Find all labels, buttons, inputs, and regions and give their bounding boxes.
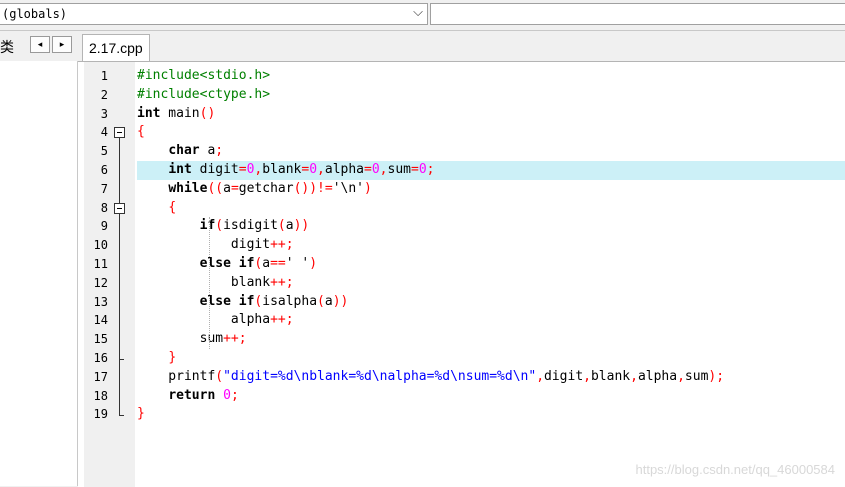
line-number: 10: [93, 238, 108, 253]
code-line[interactable]: 9 if(isdigit(a)): [78, 217, 845, 236]
code-text: printf("digit=%d\nblank=%d\nalpha=%d\nsu…: [137, 368, 725, 384]
code-text: int digit=0,blank=0,alpha=0,sum=0;: [168, 162, 435, 177]
line-number: 3: [100, 106, 108, 121]
arrow-right-icon: ▸: [59, 39, 65, 49]
line-number: 1: [100, 69, 108, 83]
code-line[interactable]: 11 else if(a==' '): [78, 255, 845, 274]
scope-dropdown[interactable]: (globals) ⌵: [0, 3, 428, 25]
code-line[interactable]: 8 {: [78, 199, 845, 218]
chevron-down-icon[interactable]: ⌵: [413, 4, 423, 20]
tab-file[interactable]: 2.17.cpp: [82, 34, 150, 62]
code-text: sum++;: [137, 331, 247, 347]
code-line[interactable]: 18 return 0;: [78, 387, 845, 406]
line-number: 9: [100, 219, 108, 234]
code-line[interactable]: 6 int digit=0,blank=0,alpha=0,sum=0;: [78, 161, 845, 180]
code-line[interactable]: 3 int main(): [78, 105, 845, 124]
arrow-left-icon: ◂: [37, 39, 43, 49]
code-text: int main(): [137, 105, 216, 121]
indent-guide: [209, 217, 210, 349]
code-line[interactable]: 16 }: [78, 349, 845, 368]
code-text: {: [168, 199, 177, 215]
code-line[interactable]: 14 alpha++;: [78, 311, 845, 330]
code-text: digit++;: [137, 237, 294, 253]
fold-toggle-icon[interactable]: [114, 202, 125, 214]
code-text: }: [168, 350, 177, 365]
code-line[interactable]: 10 digit++;: [78, 236, 845, 255]
code-line[interactable]: 4{: [78, 123, 845, 142]
line-number: 2: [100, 87, 108, 102]
code-text: char a;: [168, 143, 224, 159]
line-number: 14: [93, 313, 108, 328]
tab-bar: 类 ◂ ▸ 2.17.cpp: [0, 31, 845, 62]
code-text: {: [137, 124, 145, 140]
watermark: https://blog.csdn.net/qq_46000584: [635, 462, 836, 477]
scope-dropdown-value: (globals): [2, 7, 68, 21]
code-text: }: [137, 406, 145, 422]
code-line[interactable]: 2 #include<ctype.h>: [78, 86, 845, 105]
code-editor[interactable]: 1 #include<stdio.h> 2 #include<ctype.h> 3 int…: [78, 61, 845, 487]
fold-end-marker: [119, 359, 124, 360]
fold-guide-line: [119, 138, 120, 203]
code-text: else if(isalpha(a)): [199, 293, 349, 309]
fold-guide-line: [119, 213, 120, 416]
code-line[interactable]: 13 else if(isalpha(a)): [78, 293, 845, 312]
code-line[interactable]: 19}: [78, 405, 845, 424]
code-text: #include<ctype.h>: [137, 86, 271, 102]
code-text: alpha++;: [137, 312, 294, 328]
code-line[interactable]: 1 #include<stdio.h>: [78, 67, 845, 86]
code-line[interactable]: 17 printf("digit=%d\nblank=%d\nalpha=%d\…: [78, 368, 845, 387]
line-number: 13: [93, 294, 108, 309]
code-text: return 0;: [168, 387, 239, 403]
next-arrow-button[interactable]: ▸: [52, 36, 72, 53]
fold-end-marker: [119, 415, 124, 417]
prev-arrow-button[interactable]: ◂: [30, 36, 50, 53]
code-text: while((a=getchar())!='\n'): [168, 180, 372, 196]
line-number: 6: [100, 163, 108, 177]
line-number: 17: [93, 369, 108, 384]
line-number: 16: [93, 351, 108, 365]
code-text: if(isdigit(a)): [199, 218, 310, 234]
member-dropdown[interactable]: [430, 3, 845, 25]
line-number: 11: [93, 257, 108, 271]
class-panel-label[interactable]: 类: [0, 37, 14, 57]
code-text: #include<stdio.h>: [137, 68, 271, 83]
line-number: 4: [100, 125, 108, 140]
line-number: 15: [93, 332, 108, 347]
code-text: else if(a==' '): [199, 256, 318, 271]
line-number: 12: [93, 275, 108, 290]
line-number: 8: [100, 200, 108, 215]
fold-toggle-icon[interactable]: [114, 127, 125, 139]
scope-toolbar: (globals) ⌵: [0, 0, 845, 31]
line-number: 19: [93, 407, 108, 422]
line-number: 18: [93, 388, 108, 403]
class-browser-panel[interactable]: [0, 61, 78, 486]
code-line[interactable]: 7 while((a=getchar())!='\n'): [78, 180, 845, 199]
code-line[interactable]: 15 sum++;: [78, 330, 845, 349]
line-number: 7: [100, 181, 108, 196]
code-line[interactable]: 5 char a;: [78, 142, 845, 161]
line-number: 5: [100, 144, 108, 159]
code-text: blank++;: [137, 274, 294, 290]
code-line[interactable]: 12 blank++;: [78, 274, 845, 293]
